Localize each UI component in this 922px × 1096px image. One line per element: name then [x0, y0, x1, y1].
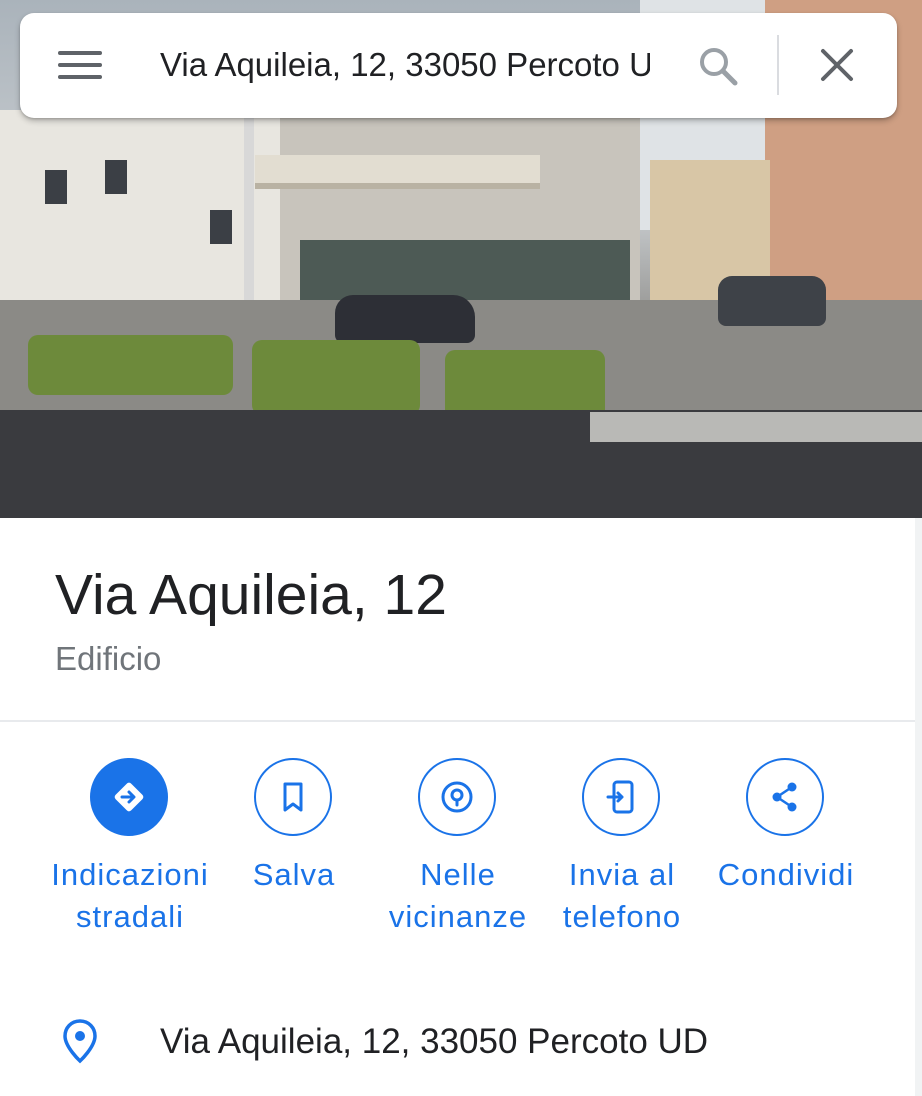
location-pin-icon: [62, 1018, 98, 1069]
search-bar: [20, 13, 897, 118]
menu-icon[interactable]: [58, 49, 102, 81]
share-label: Condividi: [717, 857, 855, 892]
nearby-icon: [441, 781, 473, 813]
panel-edge: [915, 518, 922, 1096]
search-icon[interactable]: [695, 43, 741, 89]
directions-label: Indicazioni stradali: [51, 857, 209, 934]
search-input[interactable]: [160, 41, 650, 89]
send-to-phone-label: Invia al telefono: [562, 857, 682, 934]
section-divider: [0, 720, 915, 722]
place-title: Via Aquileia, 12: [55, 563, 447, 627]
place-category: Edificio: [55, 640, 162, 677]
search-divider: [777, 35, 779, 95]
close-icon[interactable]: [817, 45, 857, 85]
save-label: Salva: [252, 857, 336, 892]
nearby-label: Nelle vicinanze: [388, 857, 528, 934]
address-text[interactable]: Via Aquileia, 12, 33050 Percoto UD: [160, 1022, 708, 1062]
directions-icon: [114, 782, 144, 812]
share-icon: [772, 782, 797, 812]
bookmark-icon: [283, 782, 303, 812]
send-to-phone-icon: [606, 780, 634, 814]
